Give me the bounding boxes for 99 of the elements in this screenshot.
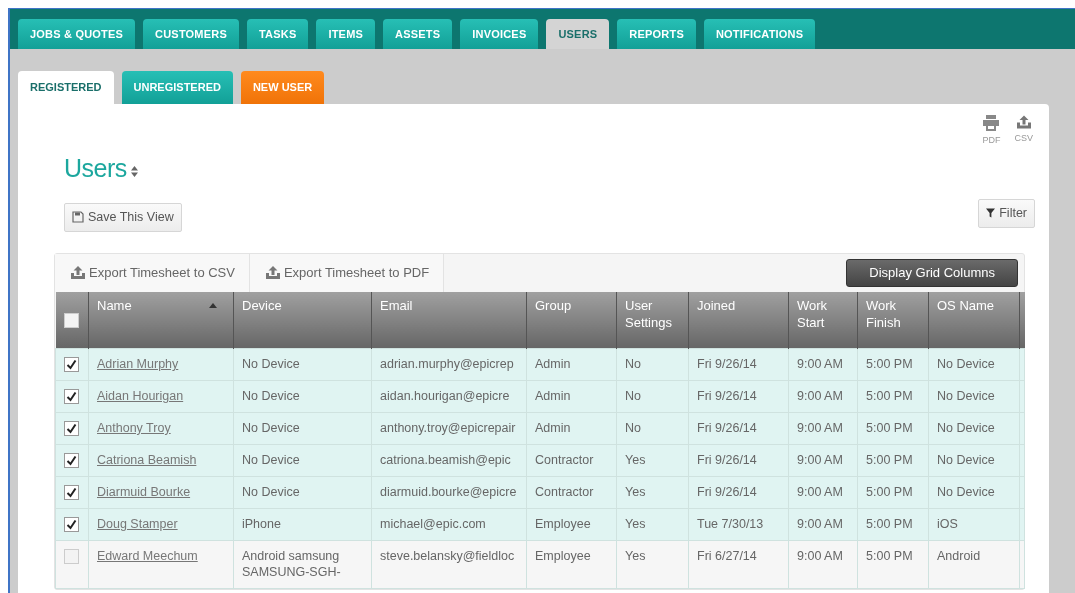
nav-tab[interactable]: INVOICES [460,19,539,49]
table-cell: No Device [937,357,995,372]
table-cell: Admin [535,421,571,435]
printer-icon[interactable] [982,114,1001,132]
save-icon [72,211,84,224]
column-header[interactable]: Joined [688,291,789,349]
table-cell: aidan.hourigan@epicre [380,389,510,404]
checkbox[interactable] [64,421,79,437]
table-cell: No [625,389,641,404]
filter-button[interactable]: Filter [978,199,1035,228]
table-cell: No Device [937,389,995,404]
table-cell: Fri 9/26/14 [697,452,757,467]
table-cell: 9:00 AM [797,516,843,531]
table-cell: Android [937,548,981,563]
table-cell: michael@epic.com [380,516,486,531]
table-cell: 9:00 AM [797,548,843,563]
table-cell: Android samsung SAMSUNG-SGH- [242,548,341,580]
table-cell: Fri 9/26/14 [697,484,757,499]
table-cell: No Device [242,421,300,435]
checkbox[interactable] [63,313,79,329]
upload-icon[interactable] [1014,114,1033,130]
nav-tab[interactable]: JOBS & QUOTES [18,19,136,49]
table-cell: 5:00 PM [866,548,913,563]
table-cell: Fri 9/26/14 [697,389,757,404]
table-cell: No Device [242,389,300,404]
export-button[interactable]: Export Timesheet to CSV [55,253,250,292]
table-cell: 9:00 AM [797,452,843,467]
display-columns-button[interactable]: Display Grid Columns [846,259,1018,287]
table-cell: No [625,421,641,435]
table-cell: Yes [625,452,646,467]
export-label[interactable]: CSV [1014,132,1033,146]
table-cell: catriona.beamish@epic [380,452,511,467]
table-cell: iPhone [242,516,281,531]
table-cell: 9:00 AM [797,484,843,499]
table-cell: Fri 9/26/14 [697,357,757,372]
table-cell: 5:00 PM [866,484,913,499]
column-header[interactable]: Work Start [788,291,858,349]
table-cell: Tue 7/30/13 [697,516,764,531]
sub-tab[interactable]: REGISTERED [18,71,114,104]
table-cell: Admin [535,389,571,404]
table-cell: Fri 9/26/14 [697,421,757,435]
table-cell: Yes [625,548,646,563]
table-cell: diarmuid.bourke@epicre [380,484,517,499]
sub-tab[interactable]: UNREGISTERED [121,71,233,104]
table-cell: steve.belansky@fieldloc [380,548,515,563]
table-cell: 9:00 AM [797,357,843,372]
table-cell: No Device [937,452,995,467]
nav-tab[interactable]: USERS [546,19,610,49]
upload-icon [69,265,87,281]
table-cell: Contractor [535,452,594,467]
table-cell: 5:00 PM [866,357,913,372]
column-header[interactable]: User Settings [616,291,689,349]
checkbox[interactable] [64,516,79,532]
sort-toggle-icon[interactable] [130,165,138,177]
filter-icon [986,208,996,219]
column-header[interactable]: Email [371,291,527,349]
checkbox[interactable] [64,357,79,373]
table-cell: Yes [625,484,646,499]
column-header[interactable]: OS Name [928,291,1020,349]
table-cell: adrian.murphy@epicrep [380,357,514,372]
table-cell: 5:00 PM [866,421,913,435]
table-cell: Yes [625,516,646,531]
column-header[interactable]: Device [233,291,372,349]
page-title: Users [64,152,127,184]
column-label[interactable]: Name [97,296,132,315]
nav-tab[interactable]: TASKS [246,19,309,49]
nav-tab[interactable]: ITEMS [316,19,376,49]
table-cell: 5:00 PM [866,516,913,531]
table-cell: 5:00 PM [866,389,913,404]
table-cell: No Device [242,357,300,372]
new-user-button[interactable]: NEW USER [240,71,325,104]
table-cell: No [625,357,641,372]
upload-icon [263,265,282,281]
table-cell: No Device [242,452,300,467]
table-cell: Admin [535,357,571,372]
table-cell: No Device [937,421,995,435]
table-cell: 5:00 PM [866,452,913,467]
checkbox[interactable] [64,548,79,564]
nav-tab[interactable]: CUSTOMERS [143,19,239,49]
column-header[interactable]: Work Finish [857,291,929,349]
table-cell: No Device [242,484,300,499]
table-cell: 9:00 AM [797,421,843,435]
export-label[interactable]: PDF [982,134,1001,148]
table-cell: iOS [937,516,958,531]
save-view-button[interactable]: Save This View [64,203,182,232]
nav-tab[interactable]: ASSETS [383,19,453,49]
column-header[interactable]: Group [526,291,617,349]
nav-tab[interactable]: NOTIFICATIONS [703,19,816,49]
table-cell: anthony.troy@epicrepair [380,421,516,435]
checkbox[interactable] [64,453,79,469]
checkbox[interactable] [64,484,79,500]
table-cell: Employee [535,548,591,563]
nav-tab[interactable]: REPORTS [617,19,696,49]
table-cell: Employee [535,516,591,531]
table-cell: Fri 6/27/14 [697,548,757,563]
table-cell: 9:00 AM [797,389,843,404]
table-cell: No Device [937,484,995,499]
table-cell: Contractor [535,484,594,499]
checkbox[interactable] [64,389,79,405]
